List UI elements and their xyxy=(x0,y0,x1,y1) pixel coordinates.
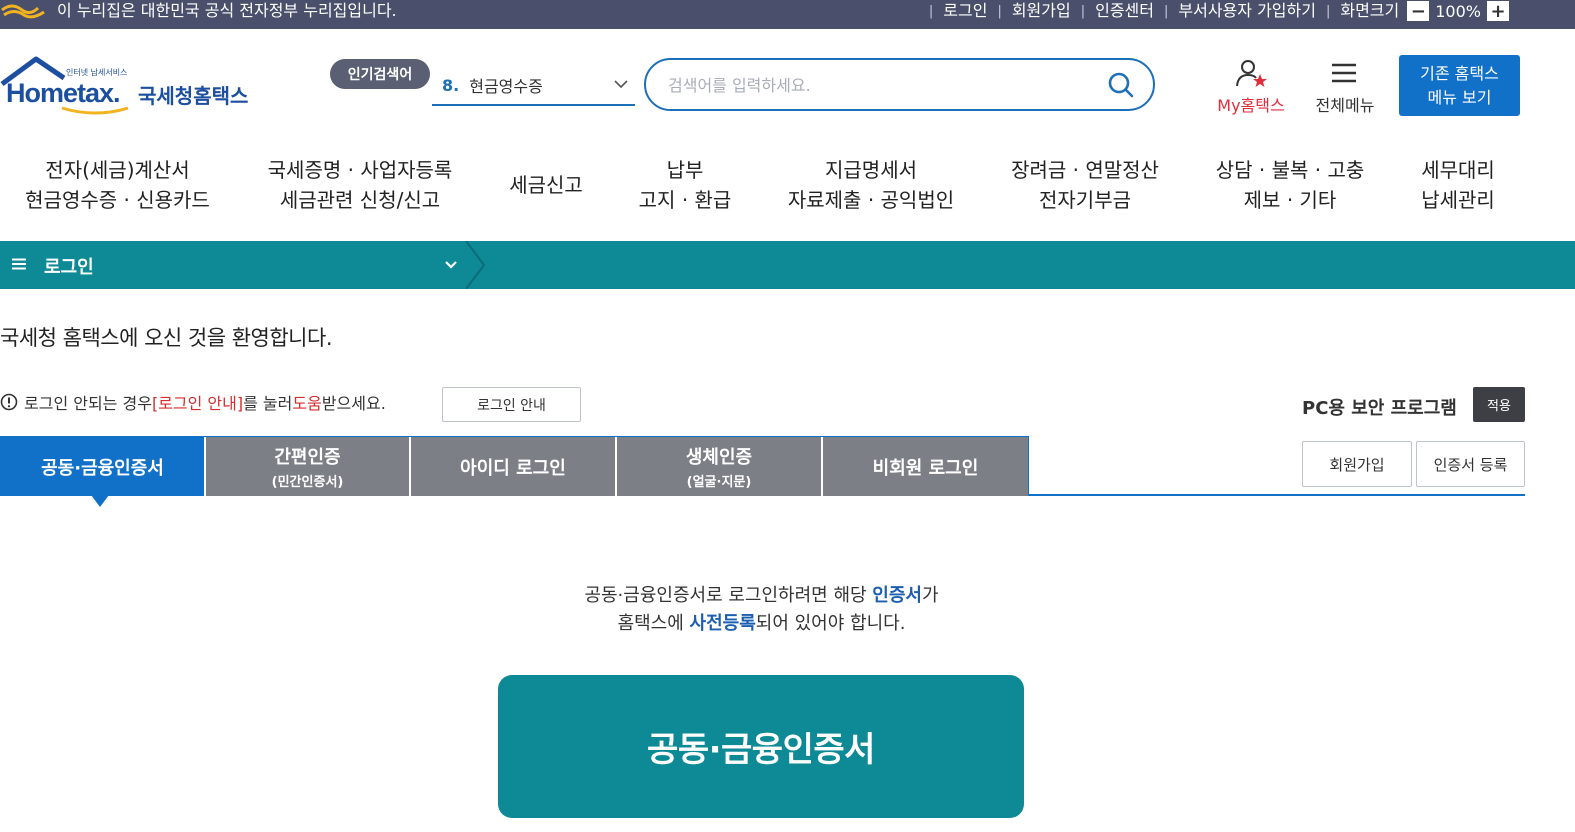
tab-joint-financial-cert[interactable]: 공동·금융인증서 xyxy=(1,437,204,496)
security-apply-button[interactable]: 적용 xyxy=(1473,387,1525,422)
my-hometax-label: My홈택스 xyxy=(1217,96,1285,115)
breadcrumb-separator-icon xyxy=(465,241,486,289)
old-menu-line2: 메뉴 보기 xyxy=(1427,88,1492,107)
nav-item-payment[interactable]: 납부 고지 · 환급 xyxy=(628,150,742,220)
zoom-in-button[interactable]: + xyxy=(1487,1,1509,22)
zoom-value: 100% xyxy=(1435,1,1481,21)
main-nav: 전자(세금)계산서 현금영수증 · 신용카드 국세증명 · 사업자등록 세금관련 신… xyxy=(0,150,1575,220)
gov-emblem-icon xyxy=(1,4,45,19)
gov-topbar: 이 누리집은 대한민국 공식 전자정부 누리집입니다. | 로그인 | 회원가입… xyxy=(0,0,1575,29)
login-guide-button[interactable]: 로그인 안내 xyxy=(442,387,581,422)
login-help-row: 로그인 안되는 경우 [로그인 안내] 를 눌러 도움 받으세요. xyxy=(0,390,386,414)
hometax-logo[interactable]: 인터넷 납세서비스 Hometax. 국세청홈택스 xyxy=(0,56,260,118)
active-tab-pointer-icon xyxy=(91,495,109,507)
popular-keyword-text: 현금영수증 xyxy=(469,77,543,96)
cert-login-description: 공동·금융인증서로 로그인하려면 해당 인증서가 홈택스에 사전등록되어 있어야… xyxy=(584,585,939,634)
login-guide-link-text: [로그인 안내] xyxy=(151,394,244,413)
nav-item-payment-statements[interactable]: 지급명세서 자료제출 · 공익법인 xyxy=(780,150,962,220)
nav-item-tax-agent[interactable]: 세무대리 납세관리 xyxy=(1412,150,1504,220)
gov-notice-text: 이 누리집은 대한민국 공식 전자정부 누리집입니다. xyxy=(57,1,397,20)
nav-item-consultation[interactable]: 상담 · 불복 · 고충 제보 · 기타 xyxy=(1205,150,1375,220)
breadcrumb-title[interactable]: 로그인 xyxy=(44,253,94,279)
popular-keyword-select[interactable]: 8. 현금영수증 xyxy=(432,66,635,106)
zoom-out-button[interactable]: − xyxy=(1407,1,1430,22)
login-link[interactable]: 로그인 xyxy=(943,1,987,21)
topbar-links: | 로그인 | 회원가입 | 인증센터 | 부서사용자 가입하기 | 화면크기 … xyxy=(919,0,1575,22)
logo-english: Hometax. xyxy=(6,78,121,108)
breadcrumb-bar: 로그인 xyxy=(0,241,1575,289)
cert-center-link[interactable]: 인증센터 xyxy=(1095,1,1154,21)
logo-swoosh-icon xyxy=(61,106,129,115)
login-method-tabs: 공동·금융인증서 간편인증 (민간인증서) 아이디 로그인 생체인증 (얼굴·지… xyxy=(0,436,1029,496)
user-star-icon xyxy=(1236,60,1267,87)
nav-item-certificates[interactable]: 국세증명 · 사업자등록 세금관련 신청/신고 xyxy=(255,150,465,220)
menu-lines-icon[interactable] xyxy=(12,258,26,270)
popular-keyword-rank: 8. xyxy=(442,75,460,95)
signup-button[interactable]: 회원가입 xyxy=(1302,441,1412,487)
hamburger-menu-icon xyxy=(1332,63,1356,83)
search-box xyxy=(644,58,1155,111)
joint-financial-cert-login-button[interactable]: 공동·금융인증서 xyxy=(498,675,1024,818)
tab-simple-auth[interactable]: 간편인증 (민간인증서) xyxy=(206,437,409,496)
all-menu-button[interactable]: 전체메뉴 xyxy=(1305,58,1385,115)
popular-keywords-badge: 인기검색어 xyxy=(330,59,430,89)
logo-korean: 국세청홈택스 xyxy=(138,84,249,108)
nav-item-incentives[interactable]: 장려금 · 연말정산 전자기부금 xyxy=(1002,150,1168,220)
nav-item-e-invoice[interactable]: 전자(세금)계산서 현금영수증 · 신용카드 xyxy=(10,150,225,220)
search-icon[interactable] xyxy=(1107,71,1135,99)
welcome-heading: 국세청 홈택스에 오신 것을 환영합니다. xyxy=(0,326,333,350)
screen-size-label: 화면크기 xyxy=(1340,1,1400,20)
cert-register-button[interactable]: 인증서 등록 xyxy=(1416,441,1525,487)
my-hometax-button[interactable]: My홈택스 xyxy=(1206,58,1296,115)
all-menu-label: 전체메뉴 xyxy=(1315,96,1375,115)
pc-security-label: PC용 보안 프로그램 xyxy=(1302,398,1457,419)
chevron-down-icon[interactable] xyxy=(443,257,459,273)
tab-underline xyxy=(1029,494,1525,496)
nav-item-tax-filing[interactable]: 세금신고 xyxy=(500,150,592,220)
tab-id-login[interactable]: 아이디 로그인 xyxy=(411,437,615,496)
logo-subtitle: 인터넷 납세서비스 xyxy=(66,68,128,77)
dept-user-signup-link[interactable]: 부서사용자 가입하기 xyxy=(1178,1,1316,21)
tab-biometric-auth[interactable]: 생체인증 (얼굴·지문) xyxy=(617,437,821,496)
signup-link[interactable]: 회원가입 xyxy=(1012,1,1071,21)
old-hometax-menu-button[interactable]: 기존 홈택스 메뉴 보기 xyxy=(1399,55,1520,116)
search-input[interactable] xyxy=(668,72,1088,98)
exclamation-circle-icon xyxy=(0,393,18,411)
chevron-down-icon xyxy=(614,80,628,89)
tab-guest-login[interactable]: 비회원 로그인 xyxy=(823,437,1028,496)
old-menu-line1: 기존 홈택스 xyxy=(1420,64,1499,83)
